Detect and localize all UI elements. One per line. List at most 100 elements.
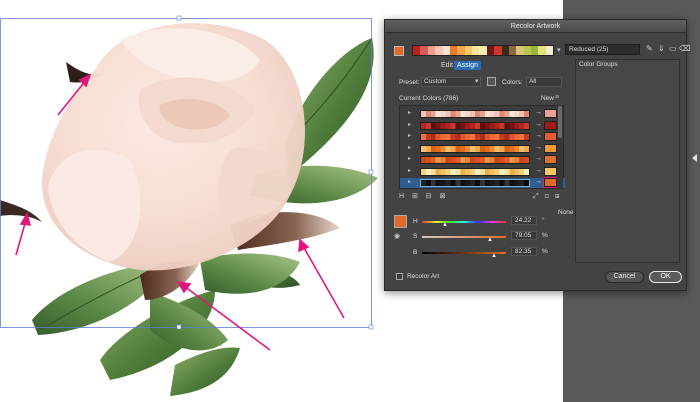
hue-slider-thumb[interactable]: ▲ xyxy=(442,222,448,228)
arrow-right-icon[interactable]: → xyxy=(535,167,542,174)
new-color-swatch[interactable] xyxy=(544,109,557,118)
b-value-field[interactable]: 82.35 xyxy=(511,247,537,256)
color-row[interactable]: ▸ → xyxy=(400,155,565,165)
current-colors-bar[interactable] xyxy=(420,156,530,164)
harmony-swatch[interactable] xyxy=(427,46,436,55)
color-row[interactable]: ▸ → xyxy=(400,109,565,119)
current-colors-bar[interactable] xyxy=(420,110,530,118)
harmony-color-strip[interactable] xyxy=(412,45,554,56)
harmony-swatch[interactable] xyxy=(501,46,509,55)
dialog-title[interactable]: Recolor Artwork xyxy=(385,20,686,33)
colors-label: Colors: xyxy=(502,79,523,86)
row-expand-icon[interactable]: ▸ xyxy=(408,132,411,139)
color-groups-panel[interactable] xyxy=(575,59,680,263)
current-colors-bar[interactable] xyxy=(420,121,530,130)
recolor-art-label: Recolor Art xyxy=(407,273,440,280)
color-row[interactable]: ▸ → xyxy=(400,143,565,154)
chevron-down-icon[interactable]: ▾ xyxy=(557,46,561,54)
color-row[interactable]: ▸ → xyxy=(400,177,565,188)
harmony-swatch[interactable] xyxy=(479,46,487,55)
row-expand-icon[interactable]: ▸ xyxy=(408,121,411,128)
colors-select[interactable]: All xyxy=(526,77,562,87)
current-colors-bar[interactable] xyxy=(420,179,530,187)
arrow-right-icon[interactable]: → xyxy=(535,144,542,151)
color-groups-label: Color Groups xyxy=(579,61,618,68)
preset-select[interactable]: Custom xyxy=(421,77,481,87)
row-expand-icon[interactable]: ▸ xyxy=(408,167,411,174)
table-tools-right[interactable]: ⤢ ⊡ ⊞ xyxy=(533,193,561,201)
harmony-swatch[interactable] xyxy=(442,46,450,55)
chevron-down-icon[interactable]: ▾ xyxy=(475,77,479,85)
table-tools-left[interactable]: H ⊞ ⊟ ⊠ xyxy=(399,192,449,200)
harmony-swatch[interactable] xyxy=(449,46,458,55)
list-view-icon[interactable]: ≡ xyxy=(555,94,559,101)
current-colors-table: ▸ → ▸ → ▸ → ▸ → ▸ → ▸ → ▸ → xyxy=(399,105,565,189)
harmony-swatch[interactable] xyxy=(531,46,539,55)
saturation-slider[interactable] xyxy=(422,236,506,238)
arrow-right-icon[interactable]: → xyxy=(535,121,542,128)
none-label: None xyxy=(558,209,574,216)
save-group-icon[interactable]: ⇓ xyxy=(658,44,665,53)
harmony-swatch[interactable] xyxy=(538,46,546,55)
harmony-swatch[interactable] xyxy=(523,46,531,55)
harmony-swatch[interactable] xyxy=(545,46,554,55)
current-colors-bar[interactable] xyxy=(420,133,530,141)
color-row[interactable]: ▸ → xyxy=(400,166,565,177)
s-value-field[interactable]: 79.05 xyxy=(511,231,537,240)
fill-color-swatch[interactable] xyxy=(394,215,407,228)
arrow-right-icon[interactable]: → xyxy=(535,109,542,116)
recolor-art-checkbox[interactable] xyxy=(396,273,403,280)
harmony-swatch[interactable] xyxy=(420,46,428,55)
brightness-slider-thumb[interactable]: ▲ xyxy=(491,253,497,259)
h-label: H xyxy=(413,218,418,225)
harmony-swatch[interactable] xyxy=(516,46,524,55)
h-value-field[interactable]: 24.22 xyxy=(511,216,537,225)
h-unit: ° xyxy=(542,217,545,224)
current-colors-bar[interactable] xyxy=(420,144,530,153)
cancel-button[interactable]: Cancel xyxy=(605,271,644,283)
new-color-swatch[interactable] xyxy=(544,120,557,130)
active-color-swatch[interactable] xyxy=(394,46,404,56)
panel-collapse-icon[interactable] xyxy=(692,154,697,162)
color-row[interactable]: ▸ → xyxy=(400,120,565,131)
harmony-swatch[interactable] xyxy=(435,46,443,55)
tab-assign[interactable]: Assign xyxy=(454,61,482,70)
harmony-swatch[interactable] xyxy=(464,46,472,55)
new-column-label: New xyxy=(541,95,555,102)
arrow-right-icon[interactable]: → xyxy=(535,155,542,162)
eyedropper-icon[interactable]: ✎ xyxy=(646,44,653,53)
stroke-swatch-icon[interactable]: ◉ xyxy=(394,232,400,240)
row-expand-icon[interactable]: ▸ xyxy=(408,178,411,185)
harmony-swatch[interactable] xyxy=(508,46,517,55)
harmony-swatch[interactable] xyxy=(413,46,421,55)
row-expand-icon[interactable]: ▸ xyxy=(408,155,411,162)
harmony-swatch[interactable] xyxy=(472,46,480,55)
harmony-swatch[interactable] xyxy=(457,46,465,55)
hue-slider[interactable] xyxy=(422,221,506,223)
row-expand-icon[interactable]: ▸ xyxy=(408,109,411,116)
saturation-slider-thumb[interactable]: ▲ xyxy=(487,237,493,243)
current-colors-bar[interactable] xyxy=(420,167,530,176)
current-colors-label: Current Colors (786) xyxy=(399,95,459,102)
arrow-right-icon[interactable]: → xyxy=(535,132,542,139)
color-row[interactable]: ▸ → xyxy=(400,132,565,142)
new-color-swatch[interactable] xyxy=(544,155,557,164)
colors-scrollbar-thumb[interactable] xyxy=(558,106,562,138)
harmony-swatch[interactable] xyxy=(494,46,502,55)
delete-icon[interactable]: ⌫ xyxy=(679,44,690,53)
new-color-swatch[interactable] xyxy=(544,143,557,153)
harmony-swatch[interactable] xyxy=(486,46,495,55)
row-expand-icon[interactable]: ▸ xyxy=(408,144,411,151)
ok-button[interactable]: OK xyxy=(649,271,682,283)
new-color-swatch[interactable] xyxy=(544,132,557,141)
colors-value: All xyxy=(529,78,537,85)
new-group-icon[interactable]: ▭ xyxy=(669,44,677,53)
arrow-right-icon[interactable]: → xyxy=(535,178,542,185)
harmony-name-field[interactable]: Reduced (25) xyxy=(565,44,640,55)
new-color-swatch[interactable] xyxy=(543,177,558,188)
color-library-icon[interactable] xyxy=(487,77,496,86)
b-unit: % xyxy=(542,248,548,255)
b-label: B xyxy=(413,249,418,256)
new-color-swatch[interactable] xyxy=(544,166,557,176)
s-label: S xyxy=(413,233,418,240)
